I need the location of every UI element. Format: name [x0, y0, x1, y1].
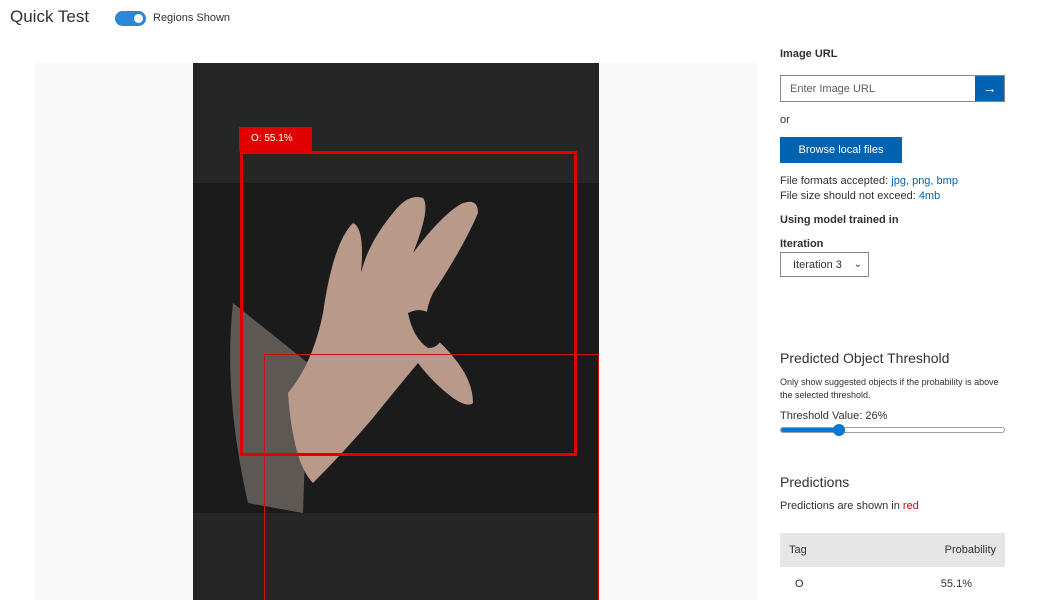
image-url-label: Image URL: [780, 48, 838, 60]
image-url-box: →: [780, 75, 1005, 102]
iteration-select[interactable]: Iteration 3 ⌄: [780, 252, 869, 277]
table-header: Tag Probability: [780, 533, 1005, 567]
submit-url-button[interactable]: →: [975, 76, 1004, 101]
toggle-knob: [134, 14, 143, 23]
column-header-tag: Tag: [789, 544, 807, 556]
iteration-label: Iteration: [780, 238, 824, 250]
predictions-table: Tag Probability O 55.1%: [780, 533, 1005, 600]
threshold-value: Threshold Value: 26%: [780, 410, 888, 422]
image-url-input[interactable]: [781, 76, 975, 101]
threshold-description: Only show suggested objects if the proba…: [780, 377, 999, 400]
iteration-selected-value: Iteration 3: [793, 259, 842, 271]
regions-shown-toggle[interactable]: [115, 11, 146, 26]
row-probability: 55.1%: [940, 577, 972, 590]
arrow-right-icon: →: [982, 80, 997, 96]
toggle-label: Regions Shown: [153, 12, 231, 24]
threshold-slider[interactable]: [780, 424, 1005, 436]
slider-thumb[interactable]: [832, 424, 845, 436]
size-prefix: File size should not exceed:: [780, 190, 916, 202]
secondary-region-box: [264, 354, 599, 600]
predictions-desc-prefix: Predictions are shown in: [780, 500, 900, 512]
formats-prefix: File formats accepted:: [780, 175, 889, 187]
size-limit: 4mb: [918, 190, 941, 202]
browse-local-files-button[interactable]: Browse local files: [780, 137, 902, 163]
predictions-desc-color: red: [902, 500, 919, 512]
column-header-probability: Probability: [944, 544, 996, 556]
slider-fill: [781, 428, 839, 432]
predictions-description: Predictions are shown in red: [780, 500, 919, 512]
chevron-down-icon: ⌄: [853, 259, 862, 270]
file-info: File formats accepted: jpg, png, bmp Fil…: [780, 174, 958, 204]
row-tag: O: [795, 577, 804, 590]
threshold-title: Predicted Object Threshold: [780, 350, 950, 366]
image-stage: O: 55.1%: [35, 63, 757, 600]
formats-list: jpg, png, bmp: [891, 175, 958, 187]
region-label: O: 55.1%: [239, 127, 312, 151]
or-text: or: [780, 114, 790, 126]
page-title: Quick Test: [10, 7, 90, 26]
model-label: Using model trained in: [780, 214, 899, 226]
predictions-title: Predictions: [780, 474, 850, 490]
table-row: O 55.1%: [780, 567, 1005, 600]
